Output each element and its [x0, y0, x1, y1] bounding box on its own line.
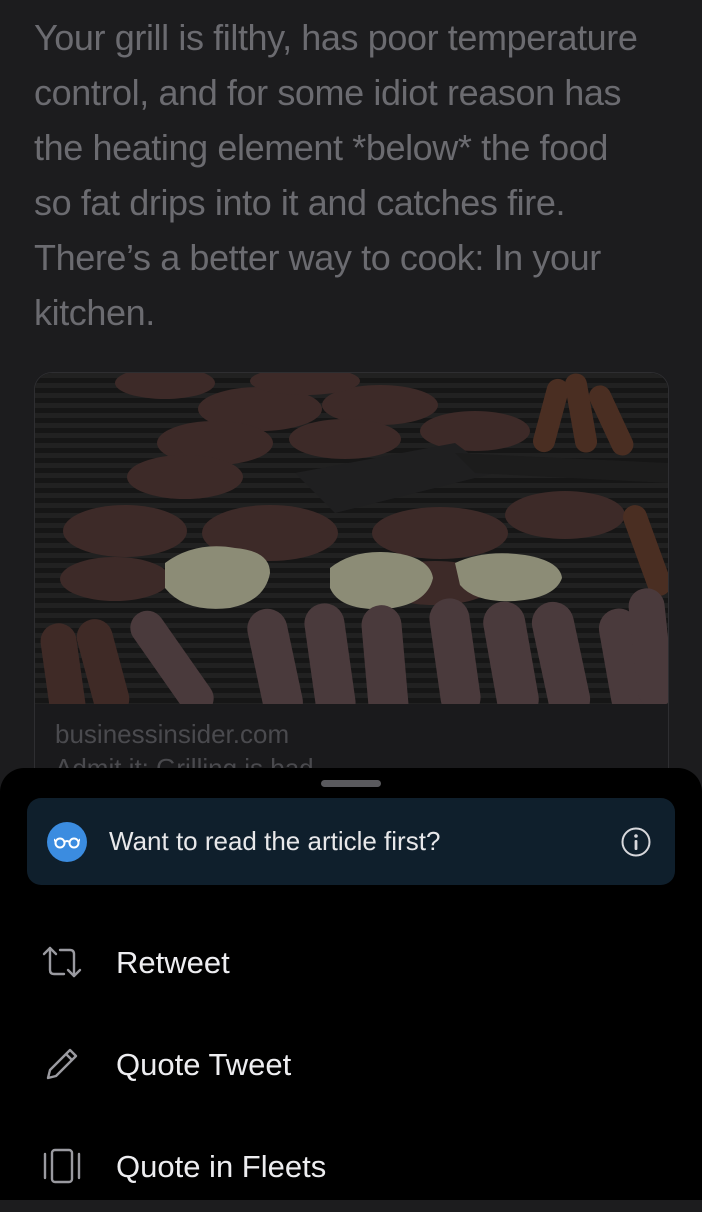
info-icon[interactable]	[621, 827, 651, 857]
retweet-icon	[40, 940, 84, 984]
read-article-text: Want to read the article first?	[109, 826, 441, 856]
glasses-icon	[47, 822, 87, 862]
retweet-button[interactable]: Retweet	[0, 918, 702, 1008]
card-image	[35, 373, 668, 725]
retweet-label: Retweet	[116, 945, 230, 980]
link-card[interactable]: businessinsider.com Admit it: Grilling i…	[34, 372, 669, 794]
quote-tweet-label: Quote Tweet	[116, 1047, 292, 1082]
quote-tweet-button[interactable]: Quote Tweet	[0, 1020, 702, 1110]
tweet-text: Your grill is filthy, has poor temperatu…	[34, 17, 638, 333]
fleet-icon	[40, 1144, 84, 1188]
sheet-handle[interactable]	[321, 780, 381, 787]
card-domain: businessinsider.com	[55, 719, 290, 749]
retweet-action-sheet: Want to read the article first? Retweet	[0, 768, 702, 1200]
quote-in-fleets-label: Quote in Fleets	[116, 1149, 327, 1184]
pencil-icon	[40, 1042, 84, 1086]
quote-in-fleets-button[interactable]: Quote in Fleets	[0, 1122, 702, 1212]
read-article-prompt[interactable]: Want to read the article first?	[27, 798, 675, 885]
